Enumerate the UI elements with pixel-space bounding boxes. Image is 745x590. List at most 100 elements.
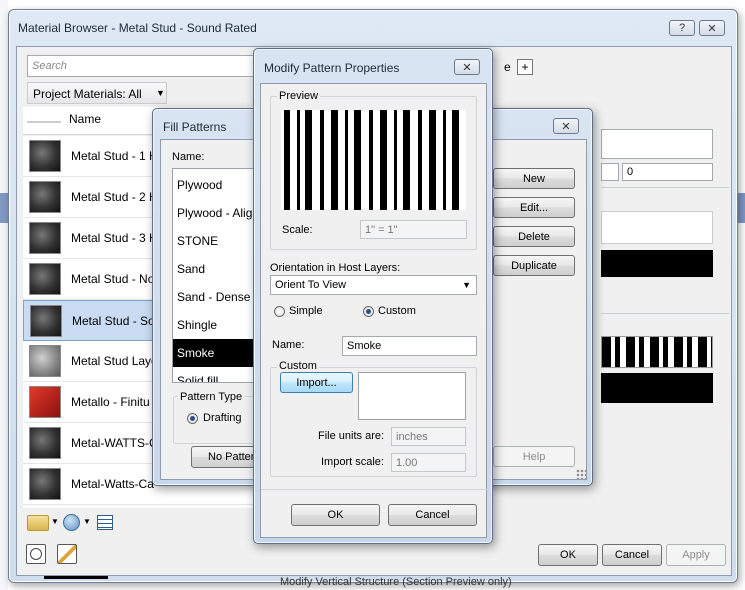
material-row-label: Metal Stud - 3 H <box>71 231 158 245</box>
material-thumbnail-icon <box>29 427 61 459</box>
custom-label: Custom <box>378 305 416 317</box>
pattern-list: Plywood Plywood - Alig STONE Sand Sand - Den… <box>172 168 262 383</box>
edit-pencil-icon[interactable] <box>57 544 77 564</box>
new-button[interactable]: New <box>493 168 575 189</box>
pattern-list-item[interactable]: Solid fill <box>173 367 261 382</box>
custom-radio[interactable] <box>363 306 374 317</box>
edit-button[interactable]: Edit... <box>493 197 575 218</box>
search-input[interactable]: Search <box>27 55 257 77</box>
name-label: Name: <box>272 339 305 351</box>
pattern-list-item[interactable]: Shingle <box>173 311 261 339</box>
apply-button[interactable]: Apply <box>666 544 726 566</box>
ok-button[interactable]: OK <box>291 504 380 526</box>
material-row-label: Metal Stud - No <box>71 272 155 286</box>
cancel-button[interactable]: Cancel <box>602 544 662 566</box>
modify-pattern-client: Preview Scale: 1" = 1" Orientation in Ho… <box>260 83 488 538</box>
add-material-icon[interactable] <box>63 514 80 531</box>
duplicate-button[interactable]: Duplicate <box>493 255 575 276</box>
orientation-select[interactable]: Orient To View ▼ <box>270 275 477 295</box>
background-glyph <box>44 576 108 590</box>
right-black-swatch <box>601 373 713 403</box>
bottom-divider <box>261 489 488 490</box>
identity-field[interactable] <box>601 129 713 159</box>
orientation-label: Orientation in Host Layers: <box>270 262 401 274</box>
no-pattern-button[interactable]: No Patter <box>191 446 261 468</box>
close-icon: ✕ <box>462 61 472 74</box>
list-view-icon[interactable] <box>97 515 113 530</box>
cancel-button[interactable]: Cancel <box>388 504 477 526</box>
name-field[interactable]: Smoke <box>342 336 477 356</box>
preview-label: Preview <box>277 90 321 102</box>
pattern-list-item[interactable]: STONE <box>173 227 261 255</box>
drafting-radio[interactable] <box>187 413 198 424</box>
resize-grip-icon[interactable] <box>576 469 586 479</box>
window-title: Material Browser - Metal Stud - Sound Ra… <box>18 21 257 35</box>
fill-patterns-name-label: Name: <box>172 151 205 163</box>
help-button[interactable]: Help <box>493 446 575 467</box>
modify-pattern-close-button[interactable]: ✕ <box>454 59 480 75</box>
material-row-label: Metal Stud - 2 H <box>71 190 158 204</box>
chevron-down-icon: ▼ <box>462 280 471 290</box>
dropdown-arrow-icon[interactable]: ▼ <box>83 517 91 526</box>
thumbnail-column-header <box>27 121 61 123</box>
help-button[interactable]: ? <box>669 20 695 36</box>
simple-radio[interactable] <box>274 306 285 317</box>
drafting-label: Drafting <box>203 412 242 424</box>
help-icon: ? <box>678 22 686 34</box>
material-row-label: Metal-Watts-Ca <box>71 477 154 491</box>
ok-button[interactable]: OK <box>538 544 598 566</box>
material-row-label: Metal Stud - 1 H <box>71 149 158 163</box>
import-scale-field[interactable]: 1.00 <box>391 453 466 472</box>
material-thumbnail-icon <box>29 222 61 254</box>
library-icon[interactable] <box>27 515 49 531</box>
scale-label: Scale: <box>282 224 313 236</box>
right-field-a[interactable] <box>601 163 619 181</box>
delete-button[interactable]: Delete <box>493 226 575 247</box>
pattern-preview <box>281 110 466 210</box>
plus-icon: + <box>521 60 529 74</box>
material-row-label: Metal-WATTS-C <box>71 436 158 450</box>
file-units-label: File units are: <box>318 430 385 442</box>
material-row-label: Metal Stud Laye <box>71 354 158 368</box>
pattern-list-item[interactable]: Sand <box>173 255 261 283</box>
modify-pattern-dialog: Modify Pattern Properties ✕ Preview Scal… <box>253 48 493 544</box>
material-thumbnail-icon <box>29 140 61 172</box>
pattern-list-item[interactable]: Smoke <box>173 339 261 367</box>
scale-field[interactable]: 1" = 1" <box>360 220 467 239</box>
file-units-field[interactable]: inches <box>391 427 466 446</box>
material-row-label: Metal Stud - So <box>72 314 155 328</box>
import-preview-box <box>358 372 466 420</box>
custom-group-label: Custom <box>277 360 319 372</box>
bottom-status-text: Modify Vertical Structure (Section Previ… <box>280 576 512 588</box>
breadcrumb-label: Project Materials: All <box>33 87 142 101</box>
dropdown-arrow-icon[interactable]: ▼ <box>51 517 59 526</box>
material-thumbnail-icon <box>29 181 61 213</box>
material-thumbnail-icon <box>29 263 61 295</box>
fill-patterns-title: Fill Patterns <box>163 120 227 134</box>
close-icon: ✕ <box>707 22 717 35</box>
asset-browser-icon[interactable] <box>26 544 46 564</box>
breadcrumb[interactable]: Project Materials: All ▼ <box>27 82 167 104</box>
pattern-list-item[interactable]: Plywood - Alig <box>173 199 261 227</box>
simple-label: Simple <box>289 305 323 317</box>
material-row-label: Metallo - Finitu <box>71 395 150 409</box>
close-icon: ✕ <box>561 120 571 133</box>
fill-patterns-close-button[interactable]: ✕ <box>553 118 579 134</box>
close-button[interactable]: ✕ <box>699 20 725 36</box>
pattern-type-label: Pattern Type <box>178 391 245 403</box>
right-section-divider <box>601 313 729 314</box>
pattern-preview-svg <box>284 110 459 210</box>
name-column-header[interactable]: Name <box>69 112 101 126</box>
modify-pattern-title: Modify Pattern Properties <box>264 61 400 75</box>
background-left-strip <box>0 0 8 590</box>
pattern-list-item[interactable]: Sand - Dense <box>173 283 261 311</box>
orientation-value: Orient To View <box>275 279 347 291</box>
add-tab-button[interactable]: + <box>517 59 533 75</box>
import-scale-label: Import scale: <box>321 456 384 468</box>
import-button[interactable]: Import... <box>280 372 353 393</box>
right-black-swatch <box>601 250 713 277</box>
pattern-list-item[interactable]: Plywood <box>173 171 261 199</box>
right-section-divider <box>601 187 729 188</box>
right-pattern-swatch <box>601 336 713 368</box>
right-field-zero[interactable]: 0 <box>622 163 713 181</box>
